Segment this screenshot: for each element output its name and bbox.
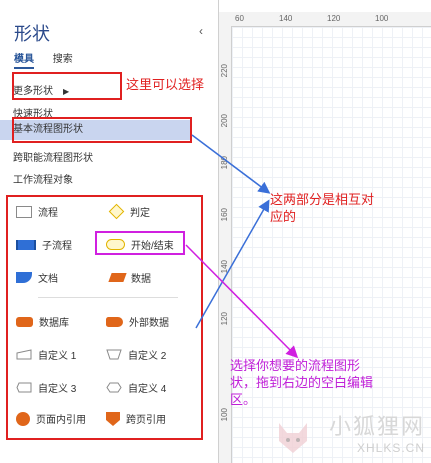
watermark: 小狐狸网 XHLKS.CN [329, 409, 425, 455]
ruler-tick: 180 [220, 156, 229, 170]
annotation-correspond: 这两部分是相互对 应的 [270, 191, 374, 225]
pane-title: 形状 [14, 24, 50, 44]
annotation-box-more-shapes [12, 72, 122, 100]
tab-stencils[interactable]: 模具 [14, 50, 34, 69]
annotation-line: 这两部分是相互对 [270, 192, 375, 207]
ruler-tick: 100 [220, 408, 229, 422]
menu-item-workflow-objects[interactable]: 工作流程对象 [13, 171, 73, 186]
ruler-tick: 120 [327, 14, 341, 23]
pane-tabs: 模具 搜索 [14, 50, 89, 69]
ruler-tick: 60 [235, 14, 244, 23]
tab-search[interactable]: 搜索 [53, 50, 73, 65]
annotation-line: 状，拖到右边的空白编辑 [230, 375, 374, 390]
annotation-select-here: 这里可以选择 [126, 77, 205, 92]
ruler-tick: 120 [220, 312, 229, 326]
annotation-line: 应的 [270, 209, 297, 224]
collapse-pane-icon[interactable]: ‹ [199, 24, 203, 38]
annotation-drag-hint: 选择你想要的流程图形 状，拖到右边的空白编辑 区。 [230, 357, 426, 408]
annotation-line: 选择你想要的流程图形 [230, 358, 361, 373]
annotation-box-basic-flowchart [12, 117, 192, 143]
ruler-tick: 140 [220, 260, 229, 274]
watermark-cn: 小狐狸网 [328, 414, 425, 439]
ruler-tick: 200 [220, 114, 229, 128]
ruler-tick: 220 [220, 64, 229, 78]
menu-item-cross-functional[interactable]: 跨职能流程图形状 [13, 149, 93, 164]
ruler-horizontal: 60 140 120 100 [219, 12, 431, 27]
ruler-tick: 160 [220, 208, 229, 222]
ruler-tick: 140 [279, 14, 293, 23]
annotation-line: 区。 [230, 392, 257, 407]
annotation-box-start-end [95, 231, 185, 255]
ruler-tick: 100 [375, 14, 389, 23]
watermark-en: XHLKS.CN [356, 441, 425, 455]
fox-logo-icon [279, 423, 307, 453]
